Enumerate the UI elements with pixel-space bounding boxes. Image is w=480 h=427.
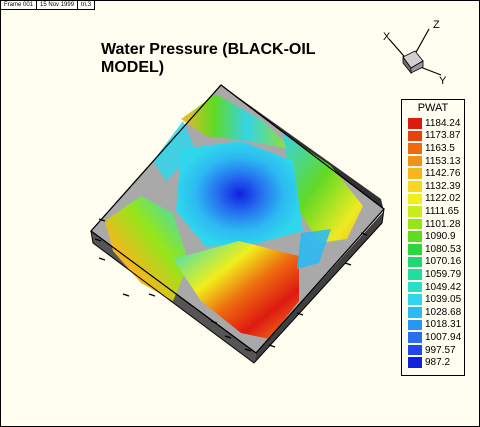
legend-item: 1184.24	[408, 118, 460, 129]
legend-label: 1184.24	[425, 117, 461, 129]
legend-label: 1142.76	[425, 168, 461, 180]
legend-item: 1028.68	[408, 307, 461, 318]
legend-label: 1090.9	[425, 231, 456, 243]
legend-label: 1080.53	[425, 243, 462, 255]
legend-item: 1039.05	[408, 294, 461, 305]
legend-item: 1090.9	[408, 231, 456, 242]
legend-label: 997.57	[425, 344, 456, 356]
legend-item: 1059.79	[408, 269, 461, 280]
legend-label: 1070.16	[425, 256, 462, 268]
legend-swatch	[408, 206, 422, 217]
legend-swatch	[408, 181, 422, 192]
legend-swatch	[408, 281, 422, 293]
legend-item: 1142.76	[408, 168, 460, 179]
legend-item: 1153.13	[408, 156, 460, 167]
legend-swatch	[408, 269, 422, 280]
legend-item: 1163.5	[408, 143, 455, 154]
legend-label: 1059.79	[425, 268, 462, 280]
color-legend: PWAT 1184.24 1173.87 1163.5 1153.13 1142.76 1…	[401, 99, 465, 376]
legend-label: 1132.39	[425, 180, 461, 192]
legend-item: 987.2	[408, 357, 450, 368]
plot-frame: Frame 001 15 Nov 1999 tri.3 Water Pressu…	[0, 0, 480, 427]
legend-swatch	[408, 294, 422, 305]
legend-label: 1049.42	[425, 281, 462, 293]
legend-label: 987.2	[425, 357, 451, 369]
legend-item: 1018.31	[408, 319, 462, 331]
legend-swatch	[408, 155, 422, 167]
legend-swatch	[408, 244, 422, 255]
legend-swatch	[408, 130, 422, 142]
legend-label: 1101.28	[425, 218, 461, 230]
legend-swatch	[408, 231, 422, 242]
legend-item: 1007.94	[408, 332, 461, 343]
legend-swatch	[408, 218, 422, 230]
legend-label: 1007.94	[425, 331, 462, 343]
plot-title: Water Pressure (BLACK-OIL MODEL)	[101, 41, 316, 76]
legend-item: 1080.53	[408, 244, 461, 255]
legend-item: 1132.39	[408, 181, 460, 192]
legend-item: 997.57	[408, 345, 456, 356]
legend-label: 1039.05	[425, 294, 462, 306]
legend-swatch	[408, 357, 422, 368]
legend-item: 1111.65	[408, 206, 459, 217]
legend-title: PWAT	[417, 102, 449, 114]
legend-label: 1173.87	[425, 130, 461, 142]
legend-swatch	[408, 193, 422, 205]
legend-item: 1122.02	[408, 193, 461, 205]
legend-swatch	[408, 168, 422, 179]
legend-item: 1070.16	[408, 256, 462, 268]
legend-swatch	[408, 118, 422, 129]
orientation-axes	[388, 28, 442, 76]
legend-swatch	[408, 332, 422, 343]
axis-label-z: Z	[433, 19, 440, 31]
axis-label-y: Y	[439, 75, 447, 87]
legend-label: 1163.5	[425, 142, 455, 154]
legend-item: 1049.42	[408, 282, 461, 293]
legend-swatch	[408, 319, 422, 331]
legend-swatch	[408, 307, 422, 318]
legend-swatch	[408, 143, 422, 154]
legend-label: 1018.31	[425, 319, 462, 331]
legend-item: 1101.28	[408, 219, 460, 230]
legend-swatch	[408, 256, 422, 268]
legend-label: 1028.68	[425, 306, 462, 318]
axis-label-x: X	[383, 31, 391, 43]
legend-swatch	[408, 344, 422, 356]
legend-label: 1122.02	[425, 193, 461, 205]
legend-label: 1153.13	[425, 155, 461, 167]
legend-item: 1173.87	[408, 130, 461, 142]
legend-label: 1111.65	[425, 205, 459, 217]
